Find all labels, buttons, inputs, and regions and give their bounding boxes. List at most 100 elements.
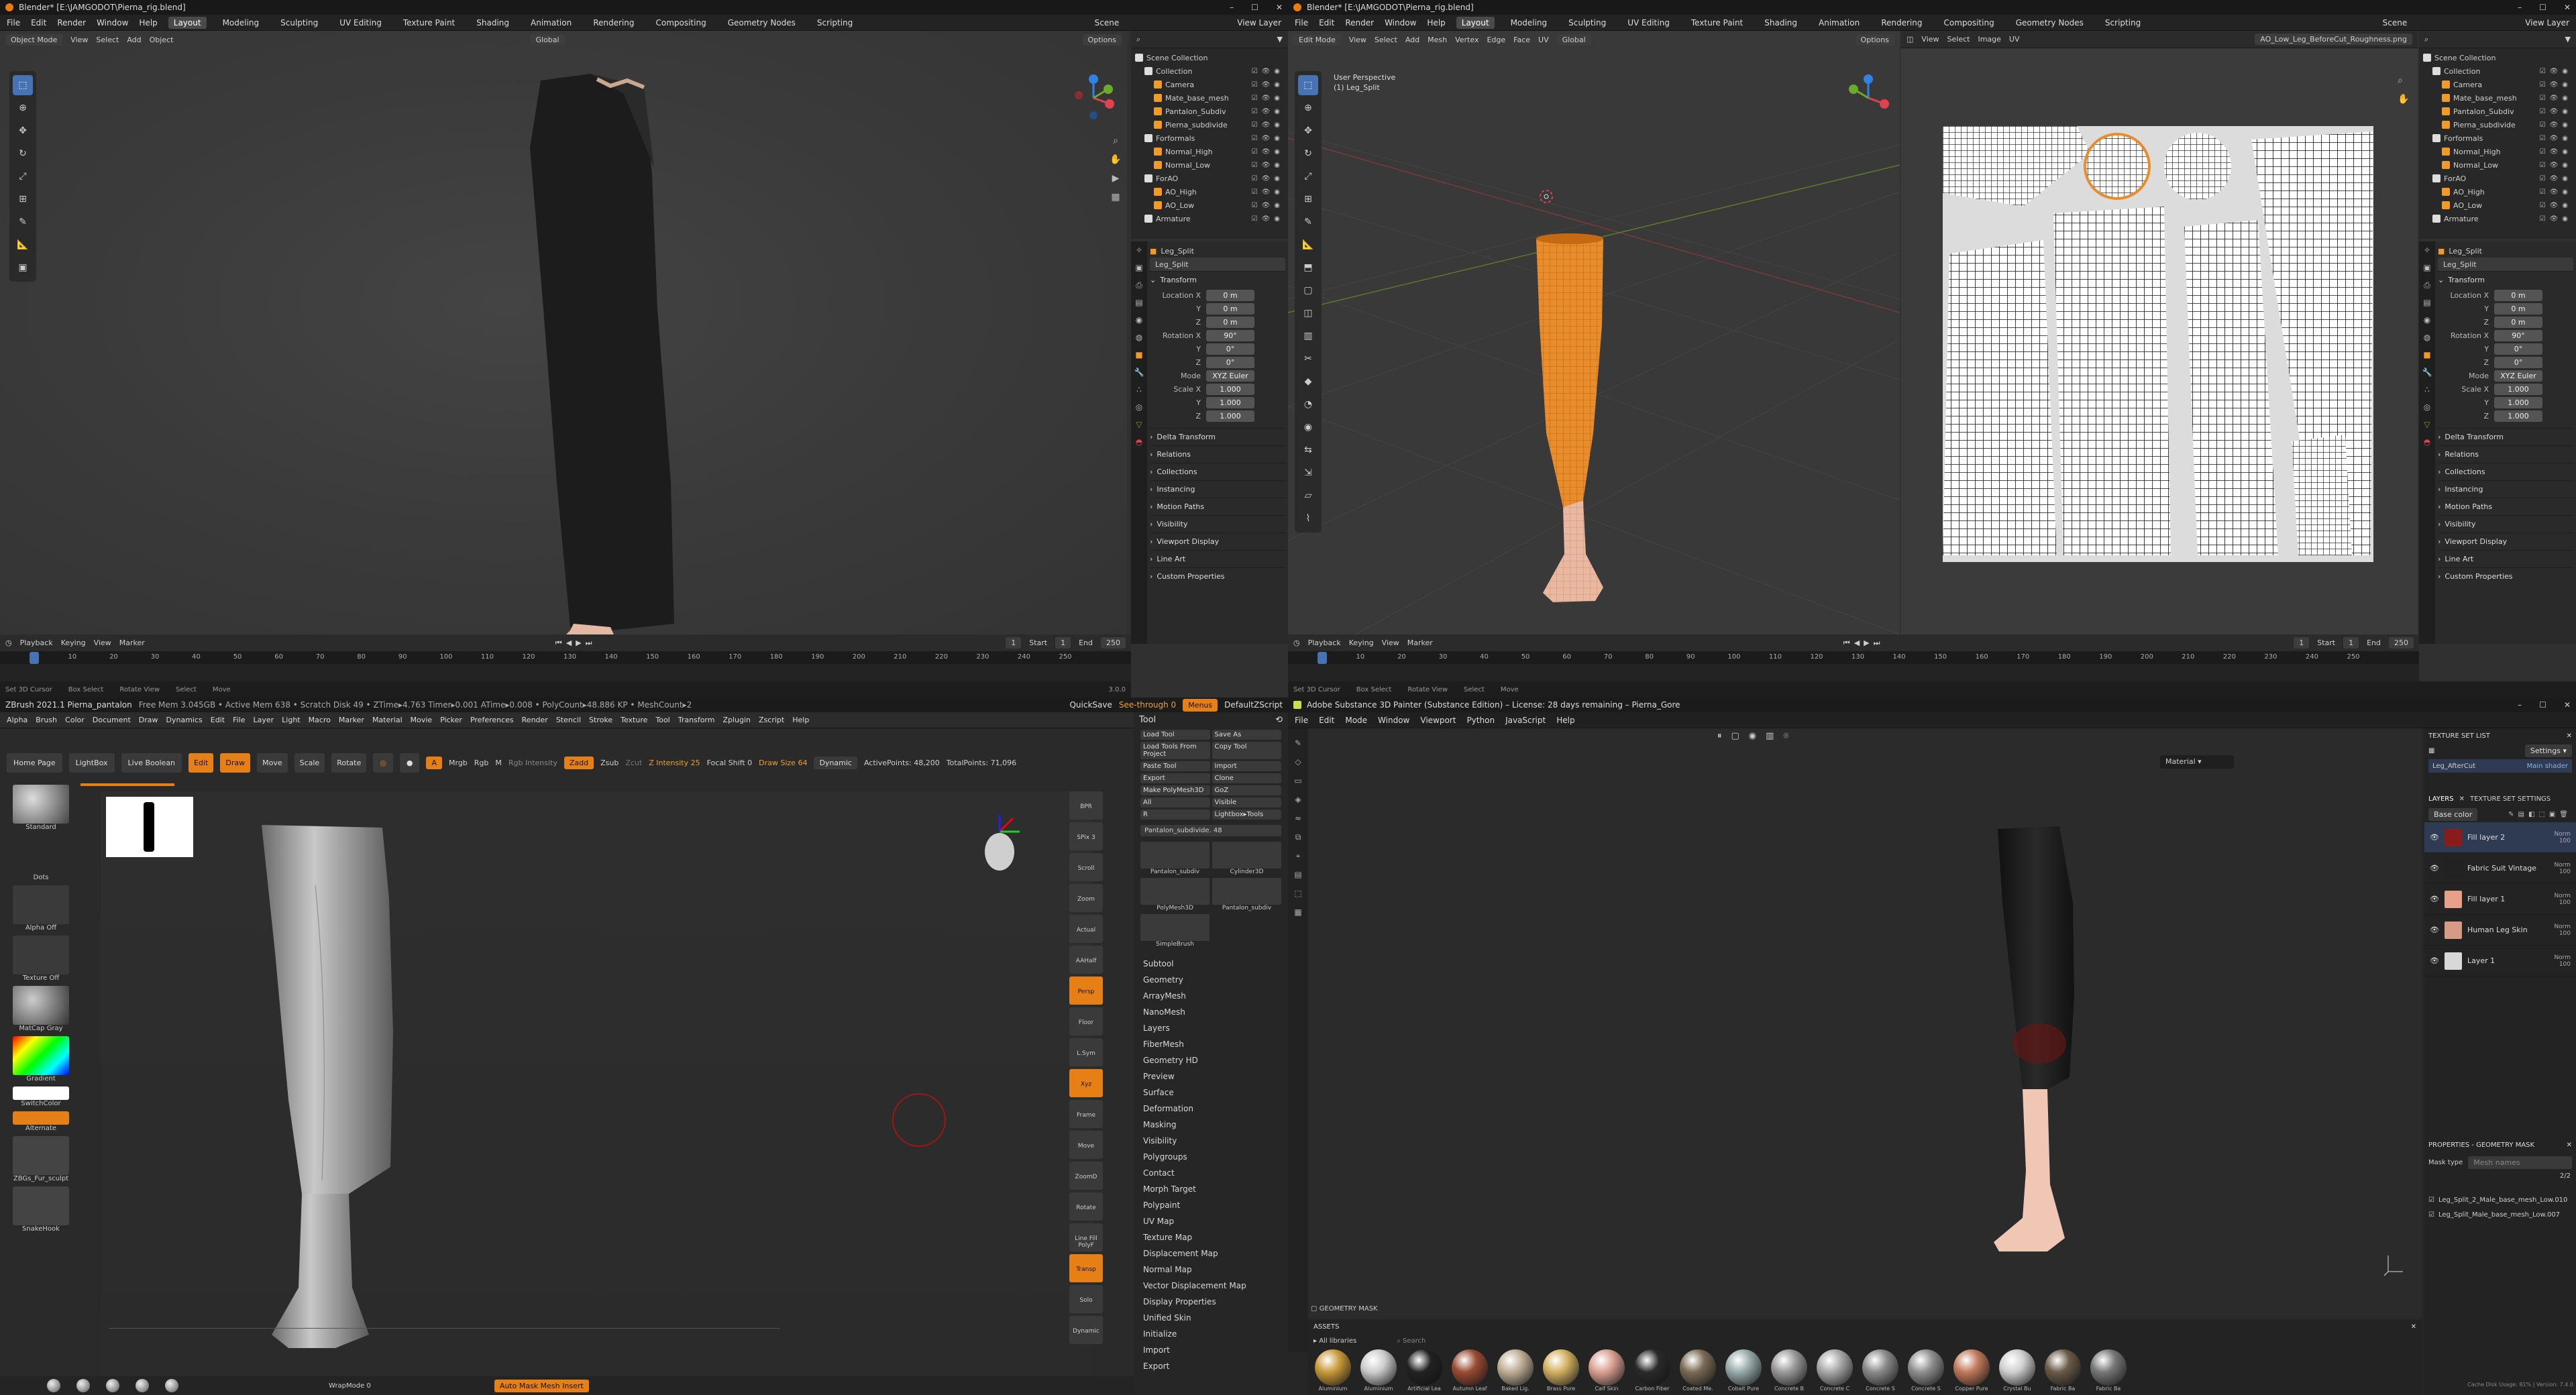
shrink-tool-icon[interactable]: ⇲: [1298, 463, 1318, 483]
texture-set-item[interactable]: Leg_AfterCut Main shader: [2428, 759, 2572, 773]
tool-menu-item[interactable]: Vector Displacement Map: [1134, 1278, 1288, 1294]
color-sphere-icon[interactable]: ●: [399, 752, 420, 773]
knife-tool-icon[interactable]: ✂: [1298, 349, 1318, 369]
transform-value-field[interactable]: XYZ Euler: [1206, 370, 1254, 382]
settings-dropdown[interactable]: Settings ▾: [2524, 744, 2572, 757]
zadd-button[interactable]: Zadd: [564, 756, 594, 769]
outliner-item[interactable]: AO_Low ☑👁◉: [2423, 199, 2572, 212]
visibility-toggle-icon[interactable]: ☑👁◉: [2540, 81, 2572, 89]
left-shelf-item[interactable]: Alpha Off: [4, 885, 78, 932]
outliner-item[interactable]: Pantalon_Subdiv ☑👁◉: [2423, 105, 2572, 118]
tab-shading[interactable]: Shading: [1759, 17, 1803, 29]
draw-size-slider[interactable]: Draw Size 64: [759, 759, 807, 767]
camera-icon[interactable]: ⬚: [1288, 884, 1308, 903]
inset-tool-icon[interactable]: ▢: [1298, 280, 1318, 300]
object-tab-icon[interactable]: ■: [2419, 346, 2435, 364]
visibility-toggle-icon[interactable]: ☑👁◉: [1252, 148, 1284, 156]
playhead[interactable]: [1318, 652, 1327, 664]
transform-value-field[interactable]: 1.000: [2494, 396, 2542, 408]
z-intensity-slider[interactable]: Z Intensity 25: [649, 759, 700, 767]
transform-value-field[interactable]: 0 m: [2494, 316, 2542, 328]
viewport-3d-edit[interactable]: Edit Mode View Select Add Mesh Vertex Ed…: [1288, 31, 1900, 634]
right-shelf-button[interactable]: Rotate: [1069, 1192, 1103, 1221]
menu-file[interactable]: File: [1295, 18, 1308, 27]
tab-compositing[interactable]: Compositing: [1938, 17, 1999, 29]
asset-material[interactable]: Crystal Bu: [1998, 1349, 2037, 1392]
tool-menu-item[interactable]: Morph Target: [1134, 1181, 1288, 1197]
right-shelf-button[interactable]: SPix 3: [1069, 822, 1103, 850]
tab-animation[interactable]: Animation: [525, 17, 577, 29]
smudge-icon[interactable]: ≈: [1288, 809, 1308, 828]
tab-rendering[interactable]: Rendering: [1876, 17, 1927, 29]
tool-palette-button[interactable]: R: [1140, 810, 1210, 820]
visibility-toggle-icon[interactable]: ☑👁◉: [2540, 121, 2572, 129]
start-field[interactable]: 1: [1055, 637, 1071, 649]
menu-help[interactable]: Help: [139, 18, 157, 27]
transform-value-field[interactable]: 1.000: [1206, 396, 1254, 408]
tool-thumbnail[interactable]: PolyMesh3D: [1140, 878, 1210, 911]
tool-palette-button[interactable]: Make PolyMesh3D: [1140, 785, 1210, 795]
zbrush-menu-item[interactable]: Macro: [309, 716, 331, 724]
tool-menu-item[interactable]: Display Properties: [1134, 1294, 1288, 1310]
checkbox-checked-icon[interactable]: ☑: [2428, 1196, 2434, 1204]
maximize-icon[interactable]: ☐: [2539, 700, 2546, 710]
blend-mode-dropdown[interactable]: Norm: [2554, 831, 2571, 838]
data-name-field[interactable]: Leg_Split: [2438, 258, 2573, 271]
orientation-dropdown[interactable]: Global: [530, 34, 565, 46]
tab-uv-editing[interactable]: UV Editing: [334, 17, 387, 29]
navigation-gizmo[interactable]: [1067, 71, 1120, 125]
zbrush-canvas[interactable]: [101, 791, 1093, 1375]
visibility-toggle-icon[interactable]: ☑👁◉: [1252, 215, 1284, 223]
minimize-icon[interactable]: –: [2518, 700, 2522, 710]
tool-menu-item[interactable]: Contact: [1134, 1165, 1288, 1181]
right-shelf-button[interactable]: Actual: [1069, 915, 1103, 943]
tool-palette-button[interactable]: Lightbox▸Tools: [1212, 810, 1281, 820]
transform-value-field[interactable]: 90°: [1206, 329, 1254, 341]
outliner-item[interactable]: Forformals ☑👁◉: [1135, 131, 1284, 145]
menu-view[interactable]: View: [70, 36, 88, 44]
home-page-button[interactable]: Home Page: [7, 752, 62, 773]
brush-sphere-icon[interactable]: [76, 1379, 90, 1392]
focal-shift-slider[interactable]: Focal Shift 0: [707, 759, 753, 767]
left-shelf-item[interactable]: Texture Off: [4, 936, 78, 982]
zbrush-menu-item[interactable]: Transform: [678, 716, 715, 724]
blend-mode-dropdown[interactable]: Norm: [2554, 954, 2571, 961]
menu-window[interactable]: Window: [1385, 18, 1416, 27]
timeline-playback[interactable]: Playback: [20, 638, 53, 647]
3d-cursor-icon[interactable]: [1536, 186, 1556, 207]
object-tab-icon[interactable]: ■: [1131, 346, 1147, 364]
edit-mode-button[interactable]: Edit: [189, 752, 214, 773]
tool-menu-item[interactable]: Normal Map: [1134, 1262, 1288, 1278]
zoom-icon[interactable]: ⌕: [2398, 71, 2409, 90]
move-tool-icon[interactable]: ✥: [1298, 121, 1318, 141]
tool-palette-button[interactable]: Visible: [1212, 797, 1281, 807]
visibility-eye-icon[interactable]: 👁: [2430, 864, 2439, 873]
zbrush-menu-item[interactable]: Material: [372, 716, 402, 724]
tool-menu-item[interactable]: Subtool: [1134, 956, 1288, 972]
pause-icon[interactable]: ⏸: [1717, 731, 1722, 741]
zbrush-menu-item[interactable]: Color: [65, 716, 85, 724]
data-tab-icon[interactable]: ▽: [2419, 416, 2435, 433]
outliner-item[interactable]: Armature ☑👁◉: [1135, 212, 1284, 225]
select-tool-icon[interactable]: ⬚: [1298, 75, 1318, 95]
brush-sphere-icon[interactable]: [165, 1379, 178, 1392]
shear-tool-icon[interactable]: ▱: [1298, 486, 1318, 506]
tab-shading[interactable]: Shading: [471, 17, 515, 29]
outliner-scene-collection[interactable]: Scene Collection: [1135, 51, 1284, 64]
transform-tool-icon[interactable]: ⊞: [13, 189, 33, 209]
transform-value-field[interactable]: 0 m: [1206, 302, 1254, 315]
transform-value-field[interactable]: 1.000: [2494, 383, 2542, 395]
quicksave-button[interactable]: QuickSave: [1069, 700, 1112, 710]
zbrush-menu-item[interactable]: Stencil: [556, 716, 581, 724]
tab-texture-paint[interactable]: Texture Paint: [1686, 17, 1748, 29]
asset-material[interactable]: Aluminium: [1313, 1349, 1352, 1392]
transform-value-field[interactable]: 1.000: [2494, 410, 2542, 422]
search-icon[interactable]: ⌕: [2424, 35, 2428, 44]
visibility-eye-icon[interactable]: 👁: [2430, 926, 2439, 934]
outliner-item[interactable]: Camera ☑👁◉: [1135, 78, 1284, 91]
dynamic-button[interactable]: Dynamic: [814, 756, 857, 769]
outliner-item[interactable]: Pierna_subdivide ☑👁◉: [1135, 118, 1284, 131]
measure-tool-icon[interactable]: 📐: [13, 235, 33, 255]
visibility-toggle-icon[interactable]: ☑👁◉: [1252, 68, 1284, 75]
move-mode-button[interactable]: Move: [257, 752, 288, 773]
